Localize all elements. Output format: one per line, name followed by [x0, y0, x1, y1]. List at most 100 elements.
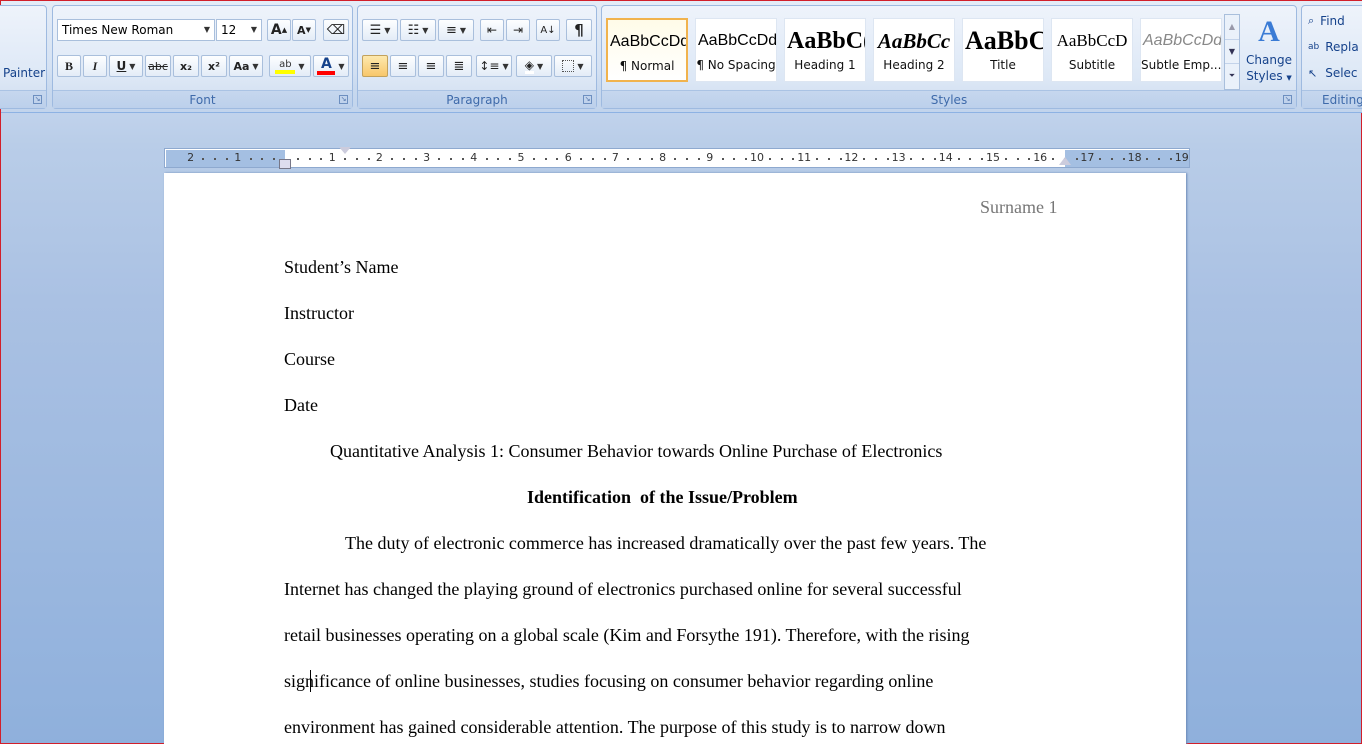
- font-color-icon: A: [317, 57, 336, 75]
- subscript-button[interactable]: x₂: [173, 55, 199, 77]
- decrease-indent-button[interactable]: ⇤: [480, 19, 504, 41]
- ruler-tick: [438, 158, 441, 160]
- ruler-tick: [957, 158, 960, 160]
- ribbon: Painter ↘ Times New Roman ▼ 12 ▼ A ▲ A ▼ ⌫ B…: [0, 1, 1362, 113]
- sort-button[interactable]: A↓: [536, 19, 560, 41]
- superscript-button[interactable]: x²: [201, 55, 227, 77]
- scroll-up-icon[interactable]: ▲: [1225, 15, 1239, 39]
- ruler-tick: [485, 158, 488, 160]
- clear-formatting-button[interactable]: ⌫: [323, 19, 349, 41]
- grow-font-button[interactable]: A ▲: [267, 19, 291, 41]
- body-line-5: environment has gained considerable atte…: [284, 717, 946, 737]
- borders-button[interactable]: ▼: [554, 55, 592, 77]
- style-preview: AaBbC(: [787, 28, 865, 54]
- chevron-down-icon[interactable]: ▼: [460, 26, 466, 35]
- style-title[interactable]: AaBbC( Title: [962, 18, 1044, 82]
- chevron-down-icon[interactable]: ▼: [252, 62, 258, 71]
- ruler-number: 7: [611, 151, 619, 164]
- date-line: Date: [284, 395, 318, 415]
- multilevel-list-button[interactable]: ≡ ▼: [438, 19, 474, 41]
- clipboard-launcher-icon[interactable]: ↘: [33, 95, 42, 104]
- style-heading-2[interactable]: AaBbCc Heading 2: [873, 18, 955, 82]
- style-subtitle[interactable]: AaBbCcD Subtitle: [1051, 18, 1133, 82]
- cursor-icon: ↖: [1308, 66, 1318, 80]
- ruler-tick: [721, 158, 724, 160]
- chevron-down-icon[interactable]: ▼: [204, 20, 210, 40]
- chevron-down-icon[interactable]: ▼: [422, 26, 428, 35]
- numbering-button[interactable]: ☷ ▼: [400, 19, 436, 41]
- ruler-number: 9: [706, 151, 714, 164]
- highlight-button[interactable]: ab ▼: [269, 55, 311, 77]
- increase-indent-button[interactable]: ⇥: [506, 19, 530, 41]
- bullet-list-icon: ☰: [369, 22, 382, 38]
- select-button[interactable]: ↖ Selec: [1308, 64, 1358, 82]
- ruler-tick: [580, 158, 582, 160]
- change-styles-button[interactable]: A Change Styles ▼: [1244, 12, 1294, 92]
- ruler-number: 19: [1174, 151, 1189, 164]
- right-indent-marker-icon[interactable]: [1059, 157, 1071, 165]
- chevron-down-icon[interactable]: ▼: [537, 62, 543, 71]
- chevron-down-icon[interactable]: ▼: [129, 62, 135, 71]
- style-name: Subtle Emp...: [1141, 58, 1221, 72]
- ruler-tick: [886, 158, 889, 160]
- ruler-tick: [273, 158, 276, 160]
- chevron-down-icon[interactable]: ▼: [577, 62, 583, 71]
- course-name: Course: [284, 349, 335, 369]
- first-line-indent-marker-icon[interactable]: [339, 147, 351, 154]
- line-spacing-button[interactable]: ↕≡ ▼: [476, 55, 512, 77]
- ruler-number: 8: [659, 151, 667, 164]
- chevron-down-icon[interactable]: ▼: [502, 62, 508, 71]
- font-color-button[interactable]: A ▼: [313, 55, 349, 77]
- style-normal[interactable]: AaBbCcDd ¶ Normal: [606, 18, 688, 82]
- ruler-tick: [391, 158, 394, 160]
- align-right-button[interactable]: ≡: [418, 55, 444, 77]
- ruler-tick: [214, 158, 217, 160]
- bold-button[interactable]: B: [57, 55, 81, 77]
- chevron-down-icon[interactable]: ▼: [251, 20, 257, 40]
- shrink-font-button[interactable]: A ▼: [292, 19, 316, 41]
- font-size-combo[interactable]: 12 ▼: [216, 19, 262, 41]
- italic-button[interactable]: I: [83, 55, 107, 77]
- paragraph-dialog-launcher-icon[interactable]: ↘: [583, 95, 592, 104]
- align-left-button[interactable]: ≡: [362, 55, 388, 77]
- format-painter-button[interactable]: Painter: [0, 62, 45, 84]
- justify-button[interactable]: ≣: [446, 55, 472, 77]
- numbered-list-icon: ☷: [407, 22, 420, 38]
- ruler-tick: [674, 158, 677, 160]
- styles-dialog-launcher-icon[interactable]: ↘: [1283, 95, 1292, 104]
- underline-button[interactable]: U ▼: [109, 55, 143, 77]
- hanging-indent-marker-icon[interactable]: [279, 159, 291, 169]
- bullets-button[interactable]: ☰ ▼: [362, 19, 398, 41]
- ruler-number: 2: [375, 151, 383, 164]
- ruler-number: 6: [564, 151, 572, 164]
- align-center-button[interactable]: ≡: [390, 55, 416, 77]
- chevron-down-icon[interactable]: ▼: [298, 62, 304, 71]
- ruler-tick: [344, 158, 346, 160]
- shading-button[interactable]: ◈ ▼: [516, 55, 552, 77]
- highlighter-icon: ab: [275, 59, 296, 74]
- more-styles-icon[interactable]: ⏷: [1225, 63, 1239, 87]
- replace-label: Repla: [1325, 40, 1359, 54]
- style-no-spacing[interactable]: AaBbCcDd ¶ No Spacing: [695, 18, 777, 82]
- scroll-down-icon[interactable]: ▼: [1225, 39, 1239, 63]
- style-heading-1[interactable]: AaBbC( Heading 1: [784, 18, 866, 82]
- body-line-4: significance of online businesses, studi…: [284, 671, 934, 691]
- ruler-number: 16: [1033, 151, 1048, 164]
- horizontal-ruler[interactable]: 2 1 1 2 3 4 5 6 7 8 9 10 11 12 13 14 15 16 17 18 19: [164, 147, 1190, 169]
- ruler-number: 2: [187, 151, 195, 164]
- style-subtle-emphasis[interactable]: AaBbCcDd Subtle Emp...: [1140, 18, 1222, 82]
- font-dialog-launcher-icon[interactable]: ↘: [339, 95, 348, 104]
- change-case-button[interactable]: Aa ▼: [229, 55, 263, 77]
- paragraph-group: ☰ ▼ ☷ ▼ ≡ ▼ ⇤ ⇥ A↓ ¶ ≡ ≡ ≡ ≣ ↕≡ ▼ ◈ ▼ ▼ Parag…: [357, 5, 597, 109]
- chevron-down-icon[interactable]: ▼: [384, 26, 390, 35]
- find-button[interactable]: ⌕ Find: [1308, 12, 1345, 30]
- replace-button[interactable]: ab Repla: [1308, 38, 1359, 56]
- show-formatting-button[interactable]: ¶: [566, 19, 592, 41]
- document-page[interactable]: Surname 1 Student’s Name Instructor Cour…: [164, 173, 1186, 744]
- ruler-number: 15: [986, 151, 1000, 164]
- ruler-tick: [249, 158, 252, 160]
- strikethrough-button[interactable]: abc: [145, 55, 171, 77]
- decrease-indent-icon: ⇤: [486, 23, 498, 37]
- chevron-down-icon[interactable]: ▼: [338, 62, 344, 71]
- font-name-combo[interactable]: Times New Roman ▼: [57, 19, 215, 41]
